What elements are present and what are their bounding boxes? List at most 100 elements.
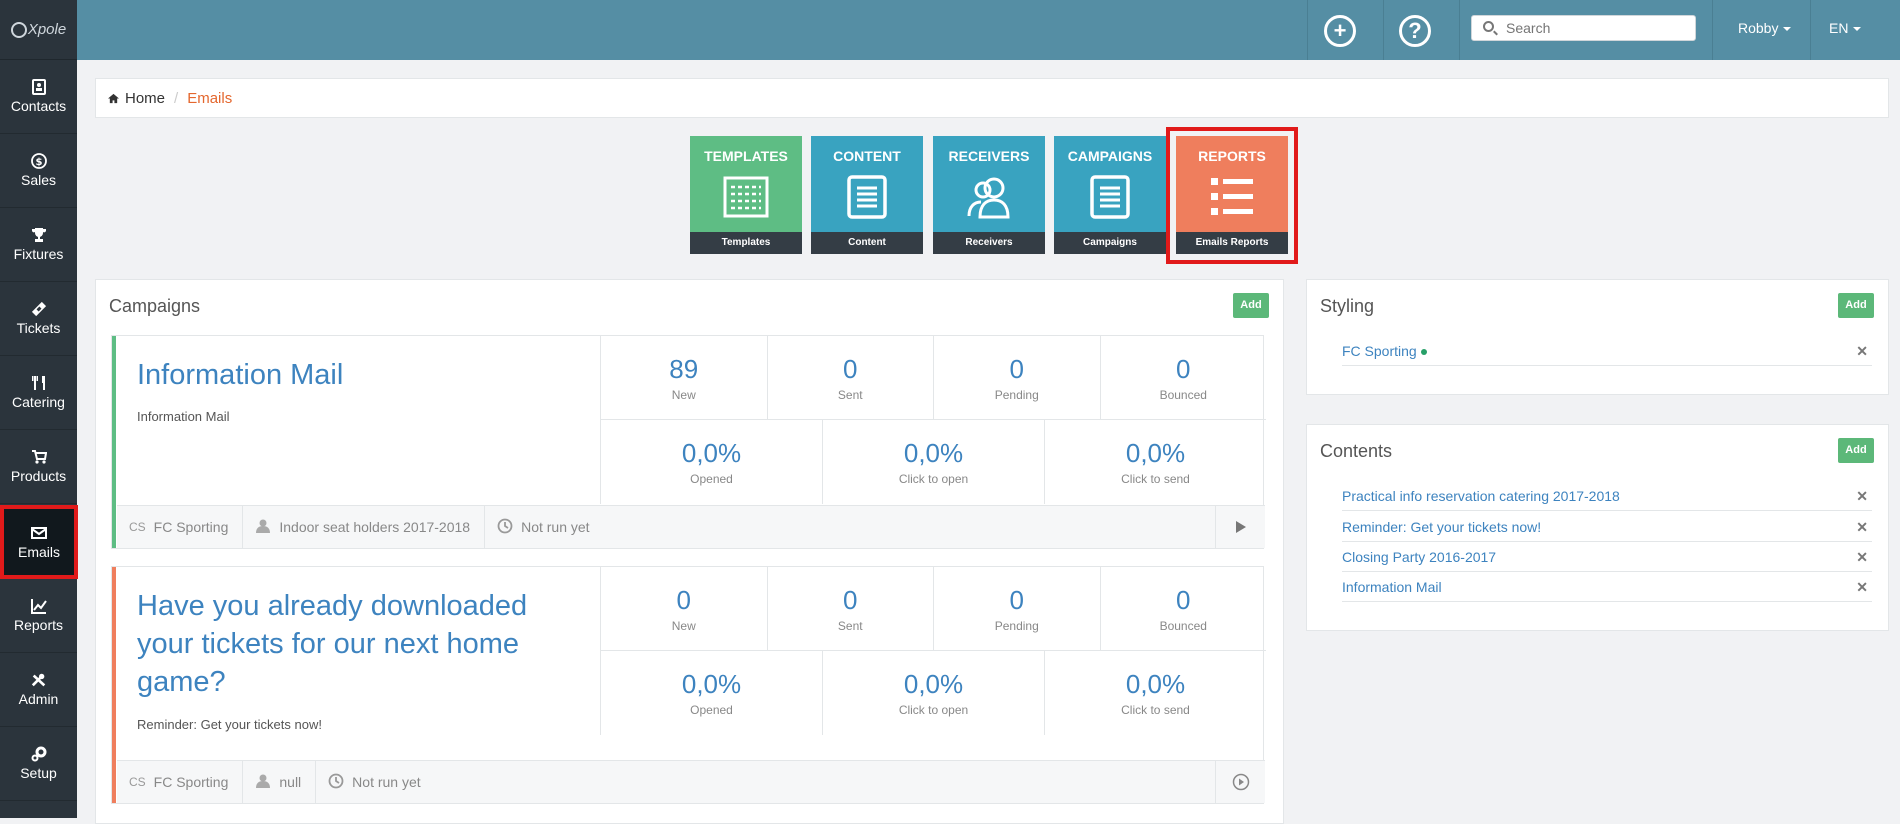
cogs-icon xyxy=(31,746,47,762)
content-item[interactable]: Closing Party 2016-2017 ✕ xyxy=(1342,542,1872,572)
clock-icon xyxy=(328,773,344,792)
stat-new: 89 New xyxy=(601,336,768,419)
campaign-accent xyxy=(112,336,116,548)
add-styling-button[interactable]: Add xyxy=(1838,293,1874,318)
divider xyxy=(1459,0,1460,60)
users-icon xyxy=(965,174,1013,220)
search-input[interactable] xyxy=(1471,15,1696,41)
logo-ring-icon xyxy=(10,21,27,38)
panel-title: Campaigns xyxy=(109,296,201,316)
stat-click-to-open: 0,0% Click to open xyxy=(823,651,1045,735)
campaign-footer: CS FC Sporting null Not run yet xyxy=(117,760,1265,804)
content-item-link[interactable]: Reminder: Get your tickets now! xyxy=(1342,519,1541,535)
sidebar-item-sales[interactable]: $ Sales xyxy=(0,134,77,208)
clock-icon xyxy=(497,518,513,537)
sidebar-item-label: Fixtures xyxy=(13,246,64,262)
sidebar-item-tickets[interactable]: Tickets xyxy=(0,282,77,356)
add-campaign-button[interactable]: Add xyxy=(1233,293,1269,318)
play-icon xyxy=(1235,521,1246,533)
user-name: Robby xyxy=(1738,20,1779,36)
sidebar-item-catering[interactable]: Catering xyxy=(0,356,77,430)
tile-templates[interactable]: TEMPLATES Templates xyxy=(690,136,802,254)
help-circle-icon[interactable]: ? xyxy=(1399,15,1431,47)
divider xyxy=(1712,0,1713,60)
campaign-receivers: null xyxy=(243,760,317,804)
sidebar-item-setup[interactable]: Setup xyxy=(0,727,77,801)
content-item[interactable]: Practical info reservation catering 2017… xyxy=(1342,481,1872,511)
play-circle-icon xyxy=(1232,773,1249,791)
sidebar-item-contacts[interactable]: Contacts xyxy=(0,60,77,134)
styling-item-link[interactable]: FC Sporting xyxy=(1342,343,1417,359)
divider xyxy=(1307,0,1308,60)
content-item[interactable]: Information Mail ✕ xyxy=(1342,572,1872,602)
sidebar-item-label: Setup xyxy=(20,765,57,781)
tile-footer: Campaigns xyxy=(1054,232,1166,254)
content-item[interactable]: Reminder: Get your tickets now! ✕ xyxy=(1342,512,1872,542)
content-item-link[interactable]: Closing Party 2016-2017 xyxy=(1342,549,1496,565)
sidebar-item-label: Contacts xyxy=(10,98,67,114)
tile-receivers[interactable]: RECEIVERS Receivers xyxy=(933,136,1045,254)
user-icon xyxy=(255,519,271,536)
ticket-icon xyxy=(31,301,47,317)
campaign-title[interactable]: Have you already downloaded your tickets… xyxy=(137,587,577,701)
breadcrumb: Home / Emails xyxy=(95,78,1889,118)
panel-title: Styling xyxy=(1320,296,1375,316)
tile-footer: Content xyxy=(811,232,923,254)
sidebar-item-products[interactable]: Products xyxy=(0,430,77,504)
content-item-link[interactable]: Practical info reservation catering 2017… xyxy=(1342,488,1620,504)
stat-bounced: 0 Bounced xyxy=(1159,585,1207,633)
run-campaign-button[interactable] xyxy=(1215,761,1265,803)
remove-icon[interactable]: ✕ xyxy=(1856,572,1868,602)
stat-pending: 0 Pending xyxy=(934,567,1101,650)
tools-icon xyxy=(31,672,47,688)
sidebar-item-admin[interactable]: Admin xyxy=(0,653,77,727)
template-grid-icon xyxy=(722,174,770,220)
stat-opened: 0,0% Opened xyxy=(601,651,823,735)
sidebar-item-emails[interactable]: Emails xyxy=(0,505,78,579)
campaign-stats: 89 New 0 Sent 0 Pending 0 Bounced 0,0% Opened… xyxy=(600,336,1266,504)
style-icon: CS xyxy=(129,520,146,534)
user-menu[interactable]: Robby xyxy=(1738,20,1792,36)
breadcrumb-home[interactable]: Home xyxy=(125,90,165,107)
stat-bounced: 0 Bounced xyxy=(1159,354,1207,402)
campaign-card[interactable]: Information Mail Information Mail 89 New … xyxy=(111,335,1266,549)
campaign-style: CS FC Sporting xyxy=(117,505,244,549)
language-label: EN xyxy=(1829,20,1849,36)
campaign-subtitle: Reminder: Get your tickets now! xyxy=(137,717,322,732)
sidebar-item-fixtures[interactable]: Fixtures xyxy=(0,208,77,282)
run-campaign-button[interactable] xyxy=(1215,506,1265,548)
campaign-title[interactable]: Information Mail xyxy=(137,356,577,394)
remove-icon[interactable]: ✕ xyxy=(1856,336,1868,366)
contents-panel: Contents Add Practical info reservation … xyxy=(1306,424,1889,631)
breadcrumb-current: Emails xyxy=(187,89,233,107)
content-item-link[interactable]: Information Mail xyxy=(1342,579,1442,595)
campaign-accent xyxy=(112,567,116,803)
panel-title: Contents xyxy=(1320,441,1393,461)
remove-icon[interactable]: ✕ xyxy=(1856,542,1868,572)
campaign-receivers: Indoor seat holders 2017-2018 xyxy=(243,505,486,549)
campaign-status: Not run yet xyxy=(316,761,434,804)
remove-icon[interactable]: ✕ xyxy=(1856,512,1868,542)
stat-pending: 0 Pending xyxy=(934,336,1101,419)
styling-item[interactable]: FC Sporting ✕ xyxy=(1342,336,1872,366)
tile-content[interactable]: CONTENT Content xyxy=(811,136,923,254)
sidebar: Xpole Contacts $ Sales Fixtures Tickets … xyxy=(0,0,78,818)
sidebar-item-reports[interactable]: Reports xyxy=(0,579,77,653)
tile-title: TEMPLATES xyxy=(704,148,788,164)
caret-down-icon xyxy=(1783,27,1792,32)
campaign-card[interactable]: Have you already downloaded your tickets… xyxy=(111,566,1266,804)
remove-icon[interactable]: ✕ xyxy=(1856,481,1868,511)
campaign-subtitle: Information Mail xyxy=(137,409,230,424)
logo[interactable]: Xpole xyxy=(0,0,77,60)
tile-title: CAMPAIGNS xyxy=(1067,148,1153,164)
sidebar-item-label: Emails xyxy=(17,543,60,560)
sidebar-item-label: Admin xyxy=(18,691,59,707)
stat-sent: 0 Sent xyxy=(768,567,934,650)
tile-campaigns[interactable]: CAMPAIGNS Campaigns xyxy=(1054,136,1166,254)
add-content-button[interactable]: Add xyxy=(1838,438,1874,463)
add-circle-icon[interactable]: + xyxy=(1324,15,1356,47)
campaign-stats: 0 New 0 Sent 0 Pending 0 Bounced 0,0% Opened … xyxy=(600,567,1266,735)
tile-footer: Receivers xyxy=(933,232,1045,254)
language-menu[interactable]: EN xyxy=(1829,20,1862,36)
document-icon xyxy=(843,174,891,220)
